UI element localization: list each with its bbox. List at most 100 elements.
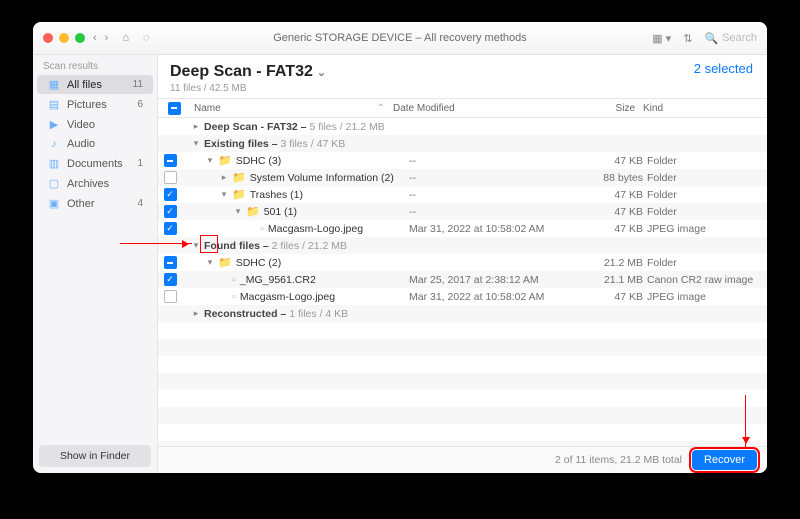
disclosure-triangle-icon[interactable]: ▸ (192, 308, 200, 319)
sidebar-item-count: 11 (133, 79, 143, 90)
group-row[interactable]: ▾Existing files – 3 files / 47 KB (158, 135, 767, 152)
table-header: Name⌃ Date Modified Size Kind (158, 98, 767, 118)
recover-button[interactable]: Recover (692, 450, 757, 470)
row-label: System Volume Information (2) (250, 172, 394, 184)
row-checkbox[interactable]: ✓ (164, 205, 177, 218)
folder-row[interactable]: ✓▾📁Trashes (1)--47 KBFolder (158, 186, 767, 203)
group-row[interactable]: ▸Reconstructed – 1 files / 4 KB (158, 305, 767, 322)
nav-back-button[interactable]: ‹ (93, 32, 97, 44)
row-size: 21.1 MB (579, 274, 647, 286)
empty-row (158, 322, 767, 339)
sidebar-item-other[interactable]: ▣Other4 (37, 194, 153, 213)
disclosure-triangle-icon[interactable]: ▾ (220, 189, 228, 200)
empty-row (158, 373, 767, 390)
disclosure-triangle-icon[interactable]: ▾ (192, 240, 200, 251)
category-icon: ♪ (47, 138, 61, 150)
disclosure-triangle-icon[interactable]: ▾ (206, 155, 214, 166)
sidebar-item-label: Video (67, 119, 95, 131)
footer-status: 2 of 11 items, 21.2 MB total (555, 454, 682, 466)
row-checkbox[interactable] (164, 171, 177, 184)
file-icon: ▫ (232, 274, 236, 286)
column-kind[interactable]: Kind (639, 103, 767, 114)
sidebar-item-label: Archives (67, 178, 109, 190)
folder-row[interactable]: ▸📁System Volume Information (2)--88 byte… (158, 169, 767, 186)
sidebar-item-pictures[interactable]: ▤Pictures6 (37, 95, 153, 114)
category-icon: ▤ (47, 98, 61, 111)
show-in-finder-button[interactable]: Show in Finder (39, 445, 151, 467)
disclosure-triangle-icon[interactable]: ▸ (220, 172, 228, 183)
results-title[interactable]: Deep Scan - FAT32 ⌄ (170, 63, 755, 81)
row-checkbox[interactable] (164, 290, 177, 303)
nav-forward-button[interactable]: › (105, 32, 109, 44)
row-size: 47 KB (579, 291, 647, 303)
folder-icon: 📁 (218, 154, 232, 167)
row-checkbox[interactable]: ✓ (164, 222, 177, 235)
sidebar-item-all-files[interactable]: ▦ All files 11 (37, 75, 153, 94)
sidebar-item-label: Audio (67, 138, 95, 150)
row-checkbox[interactable] (164, 256, 177, 269)
column-name[interactable]: Name⌃ (190, 103, 389, 114)
zoom-icon[interactable] (75, 33, 85, 43)
minimize-icon[interactable] (59, 33, 69, 43)
column-date[interactable]: Date Modified (389, 103, 567, 114)
category-icon: ▦ (47, 78, 61, 91)
search-input[interactable]: Search (722, 32, 757, 44)
row-label: Macgasm-Logo.jpeg (240, 291, 335, 303)
row-checkbox[interactable]: ✓ (164, 273, 177, 286)
selection-count: 2 selected (694, 61, 753, 76)
scan-progress-icon[interactable]: ◌ (143, 32, 150, 44)
sidebar-item-documents[interactable]: ▥Documents1 (37, 154, 153, 173)
results-tree: ▸Deep Scan - FAT32 – 5 files / 21.2 MB▾E… (158, 118, 767, 446)
folder-row[interactable]: ▾📁SDHC (2)21.2 MBFolder (158, 254, 767, 271)
row-size: 21.2 MB (579, 257, 647, 269)
disclosure-triangle-icon[interactable]: ▸ (192, 121, 200, 132)
footer-bar: 2 of 11 items, 21.2 MB total Recover (158, 446, 767, 473)
view-mode-button[interactable]: ▦ ▾ (652, 32, 671, 45)
sidebar-item-label: Other (67, 198, 95, 210)
group-row[interactable]: ▸Deep Scan - FAT32 – 5 files / 21.2 MB (158, 118, 767, 135)
home-icon[interactable]: ⌂ (122, 32, 129, 44)
category-icon: ▢ (47, 177, 61, 190)
file-row[interactable]: ▫Macgasm-Logo.jpegMar 31, 2022 at 10:58:… (158, 288, 767, 305)
row-kind: Folder (647, 189, 767, 201)
file-icon: ▫ (232, 291, 236, 303)
file-row[interactable]: ✓ ▫ _MG_9561.CR2 Mar 25, 2017 at 2:38:12 AM… (158, 271, 767, 288)
chevron-down-icon: ⌄ (317, 66, 326, 79)
row-label: 501 (1) (264, 206, 297, 218)
sidebar-item-label: All files (67, 79, 102, 91)
row-size: 47 KB (579, 223, 647, 235)
sidebar-item-archives[interactable]: ▢ Archives (37, 174, 153, 193)
file-row[interactable]: ✓▫Macgasm-Logo.jpegMar 31, 2022 at 10:58… (158, 220, 767, 237)
app-window: ‹ › ⌂ ◌ Generic STORAGE DEVICE – All rec… (33, 22, 767, 473)
filter-button[interactable]: ⇅ (683, 32, 692, 45)
empty-row (158, 390, 767, 407)
row-date: Mar 31, 2022 at 10:58:02 AM (409, 223, 579, 235)
row-kind: JPEG image (647, 223, 767, 235)
sidebar-item-audio[interactable]: ♪ Audio (37, 135, 153, 153)
column-size[interactable]: Size (567, 103, 639, 114)
row-kind: Canon CR2 raw image (647, 274, 767, 286)
row-label: Trashes (1) (250, 189, 303, 201)
row-checkbox[interactable]: ✓ (164, 188, 177, 201)
row-kind: Folder (647, 172, 767, 184)
row-size: 47 KB (579, 206, 647, 218)
row-date: Mar 25, 2017 at 2:38:12 AM (409, 274, 579, 286)
row-date: -- (409, 155, 579, 167)
row-checkbox[interactable] (164, 154, 177, 167)
row-kind: Folder (647, 155, 767, 167)
group-row[interactable]: ▾Found files – 2 files / 21.2 MB (158, 237, 767, 254)
close-icon[interactable] (43, 33, 53, 43)
select-all-checkbox[interactable] (168, 102, 181, 115)
row-size: 47 KB (579, 189, 647, 201)
folder-row[interactable]: ▾📁SDHC (3)--47 KBFolder (158, 152, 767, 169)
row-label: _MG_9561.CR2 (240, 274, 316, 286)
empty-row (158, 356, 767, 373)
search-icon: 🔍 (704, 32, 718, 45)
row-date: -- (409, 189, 579, 201)
disclosure-triangle-icon[interactable]: ▾ (192, 138, 200, 149)
folder-row[interactable]: ✓▾📁501 (1)--47 KBFolder (158, 203, 767, 220)
disclosure-triangle-icon[interactable]: ▾ (206, 257, 214, 268)
sidebar-item-video[interactable]: ▶Video (37, 115, 153, 134)
annotation-arrow-recover (745, 395, 746, 447)
disclosure-triangle-icon[interactable]: ▾ (234, 206, 242, 217)
